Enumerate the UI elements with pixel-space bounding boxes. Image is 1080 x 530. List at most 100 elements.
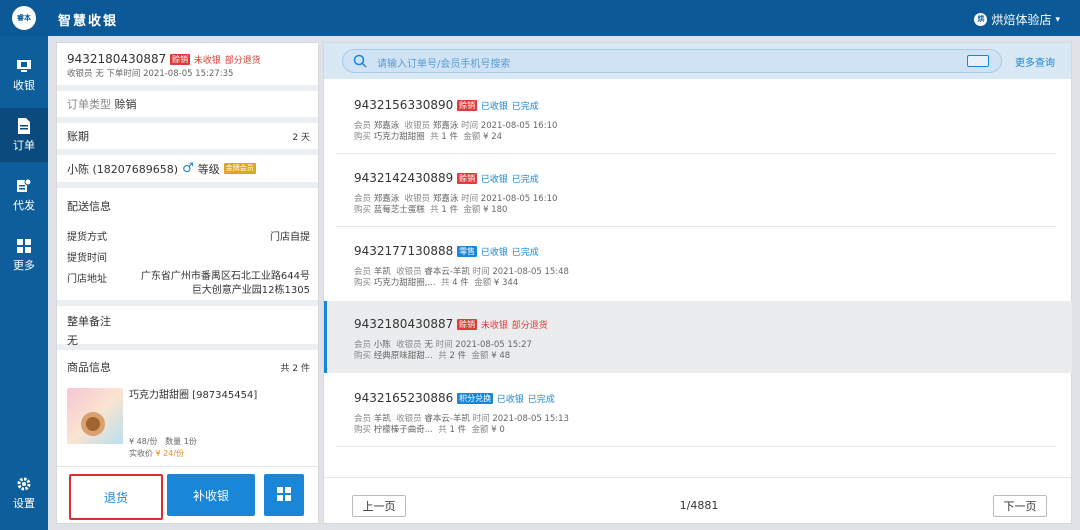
order-list-item[interactable]: 9432177130888 零售 已收银 已完成 会员 羊凯 收银员 睿本云-羊… <box>324 228 1072 300</box>
cashier-name: 郑嘉泳 <box>432 194 459 204</box>
return-button[interactable]: 退货 <box>69 474 163 520</box>
store-address-line1: 广东省广州市番禺区石北工业路644号 <box>140 271 310 282</box>
order-status-2: 已完成 <box>511 248 539 258</box>
order-status-2: 已完成 <box>511 175 539 185</box>
cashier-label: 收银员 <box>404 194 431 204</box>
order-status-return: 部分退货 <box>224 56 261 66</box>
order-type-tag: 赊销 <box>457 100 478 111</box>
order-list-item[interactable]: 9432156330890 赊销 已收银 已完成 会员 郑嘉泳 收银员 郑嘉泳 … <box>324 82 1072 154</box>
time-label: 时间 <box>461 121 479 131</box>
buy-label: 购买 <box>354 205 372 215</box>
term-label: 账期 <box>67 130 89 143</box>
member-label: 会员 <box>354 121 372 131</box>
prev-page-button[interactable]: 上一页 <box>352 495 406 517</box>
cashier-name: 郑嘉泳 <box>432 121 459 131</box>
order-status: 已收银 <box>480 102 508 112</box>
order-number: 9432180430887 <box>67 52 167 66</box>
store-icon: 烘 <box>974 13 988 26</box>
item-count: 2 件 <box>449 351 467 361</box>
customer-row: 小陈 (18207689658) ♂ 等级 金牌会员 <box>57 155 318 188</box>
order-type-tag: 赊销 <box>457 173 478 184</box>
item-name: 柠檬榛子曲奇... <box>373 425 433 435</box>
nav-label: 更多 <box>13 258 35 272</box>
order-list-item-selected[interactable]: 9432180430887 赊销 未收银 部分退货 会员 小陈 收银员 无 时间… <box>324 301 1072 373</box>
goods-count: 共 2 件 <box>280 363 310 374</box>
member-label: 会员 <box>354 267 372 277</box>
delivery-icon <box>16 178 32 194</box>
product-image <box>67 388 123 444</box>
item-count: 1 件 <box>449 425 467 435</box>
order-detail-panel: 9432180430887 赊销 未收银 部分退货 收银员 无 下单时间 202… <box>56 42 319 524</box>
gear-icon <box>16 476 32 492</box>
total-label: 共 <box>430 132 439 142</box>
search-icon <box>353 54 367 71</box>
buy-label: 购买 <box>354 278 372 288</box>
divider <box>336 446 1056 447</box>
store-switcher[interactable]: 烘 烘焙体验店 ▾ <box>974 11 1060 28</box>
order-type-label: 订单类型 <box>67 98 111 111</box>
order-status: 已收银 <box>480 248 508 258</box>
buy-label: 购买 <box>354 425 372 435</box>
order-amount: ¥ 0 <box>491 425 505 435</box>
nav-more[interactable]: 更多 <box>0 228 48 282</box>
time-label: 时间 <box>461 194 479 204</box>
order-amount: ¥ 24 <box>483 132 503 142</box>
store-address-line2: 巨大创意产业园12栋1305 <box>191 285 310 296</box>
divider <box>336 226 1056 227</box>
member-name: 郑嘉泳 <box>373 121 400 131</box>
buy-label: 购买 <box>354 351 372 361</box>
goods-title: 商品信息 <box>67 361 111 374</box>
divider <box>336 153 1056 154</box>
order-time: 2021-08-05 16:10 <box>480 121 558 131</box>
product-name: 巧克力甜甜圈 [987345454] <box>129 390 258 401</box>
nav-settings[interactable]: 设置 <box>0 466 48 520</box>
order-status: 未收银 <box>480 321 508 331</box>
detail-header: 9432180430887 赊销 未收银 部分退货 收银员 无 下单时间 202… <box>57 43 318 91</box>
keyboard-icon[interactable] <box>967 55 989 67</box>
page-indicator: 1/4881 <box>679 499 719 512</box>
grid-icon <box>276 486 292 505</box>
document-icon <box>16 117 32 134</box>
nav-delivery[interactable]: 代发 <box>0 168 48 222</box>
order-time: 2021-08-05 15:27 <box>455 340 532 350</box>
time-label: 时间 <box>472 414 490 424</box>
order-list-item[interactable]: 9432165230886 积分兑换 已收银 已完成 会员 羊凯 收银员 睿本云… <box>324 375 1072 447</box>
order-list-item[interactable]: 9432142430889 赊销 已收银 已完成 会员 郑嘉泳 收银员 郑嘉泳 … <box>324 155 1072 227</box>
level-tag: 金牌会员 <box>223 163 256 174</box>
store-name: 烘焙体验店 <box>991 13 1052 27</box>
order-amount: ¥ 344 <box>493 278 519 288</box>
delivery-title: 配送信息 <box>67 200 111 213</box>
search-bar: 请输入订单号/会员手机号搜索 更多查询 <box>324 43 1071 79</box>
more-actions-button[interactable] <box>264 474 304 516</box>
member-name: 羊凯 <box>373 267 391 277</box>
more-search-link[interactable]: 更多查询 <box>1015 54 1055 69</box>
action-bar: 退货 补收银 <box>57 466 318 523</box>
member-name: 羊凯 <box>373 414 391 424</box>
time-label: 时间 <box>435 340 453 350</box>
remark-value: 无 <box>67 334 78 347</box>
order-type-tag: 赊销 <box>170 54 191 65</box>
product-qty: 数量 1份 <box>165 437 197 446</box>
search-input[interactable]: 请输入订单号/会员手机号搜索 <box>342 49 1002 73</box>
product-price: ¥ 48/份 <box>129 437 158 446</box>
amount-label: 金额 <box>463 132 481 142</box>
customer-name: 小陈 (18207689658) <box>67 162 179 176</box>
amount-label: 金额 <box>474 278 492 288</box>
total-label: 共 <box>430 205 439 215</box>
order-type-tag: 零售 <box>457 246 478 257</box>
cashier-name: 睿本云-羊凯 <box>424 267 470 277</box>
recollect-button[interactable]: 补收银 <box>167 474 255 516</box>
cashier-label: 收银员 <box>404 121 431 131</box>
order-meta: 收银员 无 下单时间 2021-08-05 15:27:35 <box>67 69 234 79</box>
item-name: 经典原味甜甜... <box>373 351 433 361</box>
order-status: 已收银 <box>480 175 508 185</box>
order-number: 9432180430887 <box>354 317 454 331</box>
time-label: 时间 <box>472 267 490 277</box>
next-page-button[interactable]: 下一页 <box>993 495 1047 517</box>
item-count: 1 件 <box>441 205 458 215</box>
member-name: 小陈 <box>373 340 391 350</box>
amount-label: 金额 <box>471 425 489 435</box>
pickup-method-label: 提货方式 <box>67 232 107 243</box>
nav-orders[interactable]: 订单 <box>0 108 48 162</box>
nav-cashier[interactable]: 收银 <box>0 48 48 102</box>
